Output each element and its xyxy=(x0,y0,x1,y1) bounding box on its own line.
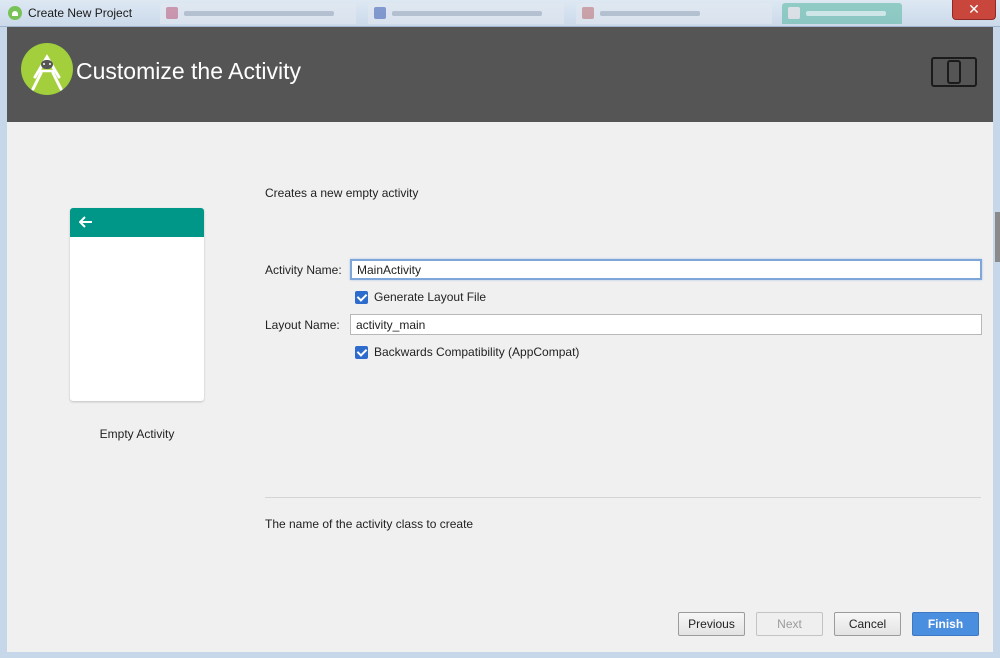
close-button[interactable]: ✕ xyxy=(952,0,996,20)
window-title: Create New Project xyxy=(28,6,133,20)
generate-layout-label: Generate Layout File xyxy=(374,290,487,304)
activity-preview-card xyxy=(70,208,204,401)
cancel-button[interactable]: Cancel xyxy=(834,612,901,636)
android-studio-icon xyxy=(8,6,22,20)
page-title: Customize the Activity xyxy=(76,58,301,84)
previous-button[interactable]: Previous xyxy=(678,612,745,636)
window-border-right xyxy=(993,27,1000,658)
wizard-header: Customize the Activity xyxy=(7,27,993,122)
device-icon xyxy=(931,56,977,88)
separator xyxy=(265,497,981,498)
generate-layout-checkbox[interactable] xyxy=(355,290,368,304)
finish-button[interactable]: Finish xyxy=(912,612,979,636)
background-tab xyxy=(576,3,772,24)
template-name: Empty Activity xyxy=(99,427,175,441)
generate-layout-checkbox-row[interactable]: Generate Layout File xyxy=(355,290,486,304)
activity-name-input[interactable] xyxy=(350,259,982,280)
activity-name-label: Activity Name: xyxy=(265,263,342,277)
arrow-left-icon xyxy=(79,216,92,228)
layout-name-label: Layout Name: xyxy=(265,318,340,332)
next-button[interactable]: Next xyxy=(756,612,823,636)
preview-toolbar xyxy=(70,208,204,237)
layout-name-input[interactable] xyxy=(350,314,982,335)
scrollbar-thumb[interactable] xyxy=(995,212,1000,262)
backwards-compat-checkbox-row[interactable]: Backwards Compatibility (AppCompat) xyxy=(355,345,579,359)
android-logo-icon xyxy=(21,43,73,95)
backwards-compat-label: Backwards Compatibility (AppCompat) xyxy=(374,345,580,359)
wizard-content: Empty Activity Creates a new empty activ… xyxy=(7,122,993,652)
window-border-left xyxy=(0,27,7,658)
background-tab xyxy=(782,3,902,24)
window-border-bottom xyxy=(0,652,1000,658)
background-tab xyxy=(368,3,564,24)
field-hint: The name of the activity class to create xyxy=(265,517,474,531)
backwards-compat-checkbox[interactable] xyxy=(355,345,368,359)
background-tab xyxy=(160,3,356,24)
template-description: Creates a new empty activity xyxy=(265,186,419,200)
window-titlebar[interactable]: Create New Project ✕ xyxy=(0,0,1000,27)
